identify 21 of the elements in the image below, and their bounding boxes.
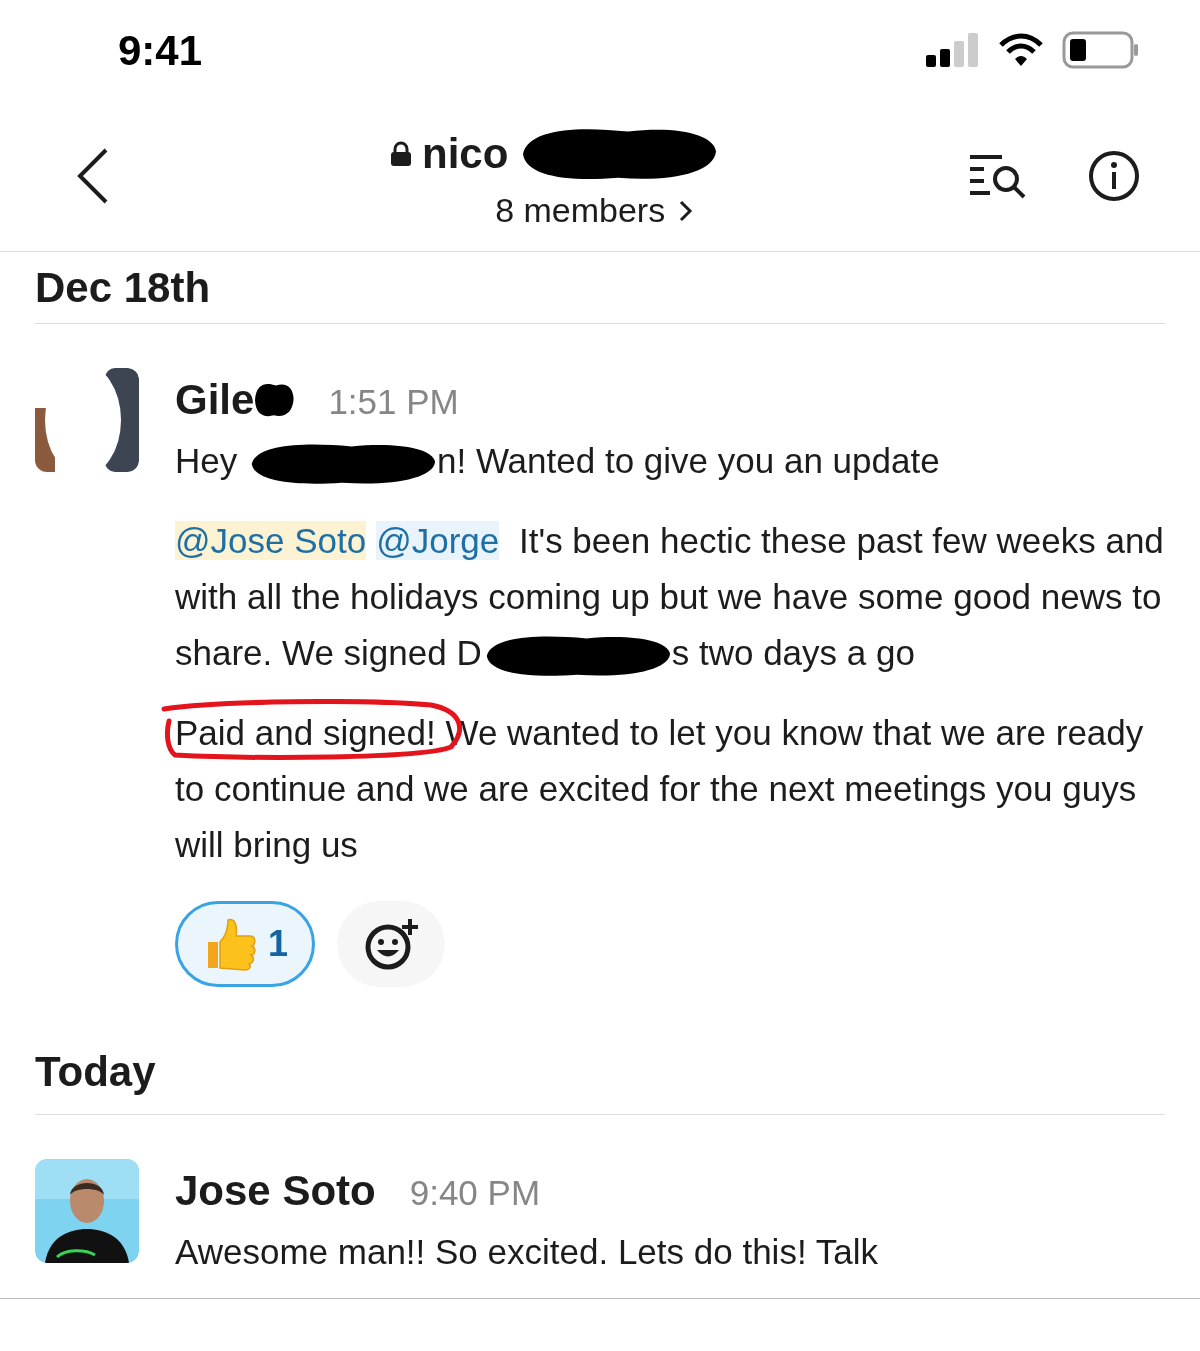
- date-heading: Today: [35, 1047, 156, 1097]
- author-name[interactable]: Gile: [175, 368, 255, 431]
- date-heading: Dec 18th: [35, 263, 211, 313]
- author-name[interactable]: Jose Soto: [175, 1159, 376, 1222]
- members-link[interactable]: 8 members: [495, 185, 694, 236]
- channel-title[interactable]: nico: [422, 122, 509, 185]
- message-time: 1:51 PM: [328, 381, 459, 423]
- message-text: Hey n! Wanted to give you an update: [175, 433, 1165, 489]
- avatar-silhouette[interactable]: [35, 368, 139, 472]
- info-button[interactable]: [1088, 149, 1140, 202]
- message-time: 9:40 PM: [409, 1172, 541, 1214]
- battery-icon: [1062, 31, 1140, 69]
- chevron-icon: [679, 199, 694, 222]
- message-text: Awesome man!! So excited. Lets do this! Talk: [175, 1231, 879, 1273]
- user-mention[interactable]: @Jorge: [376, 521, 500, 560]
- reaction-pill[interactable]: 1: [175, 901, 316, 987]
- wifi-icon: [998, 33, 1044, 67]
- message-text: @Jose Soto @Jorge It's been hectic these past few weeks and with all the holidays coming up but we have some good news to share. We signed D s two days a go: [175, 513, 1165, 681]
- status-time: 9:41: [118, 25, 203, 76]
- user-mention[interactable]: @Jose Soto: [175, 521, 367, 560]
- signal-icon: [926, 33, 980, 67]
